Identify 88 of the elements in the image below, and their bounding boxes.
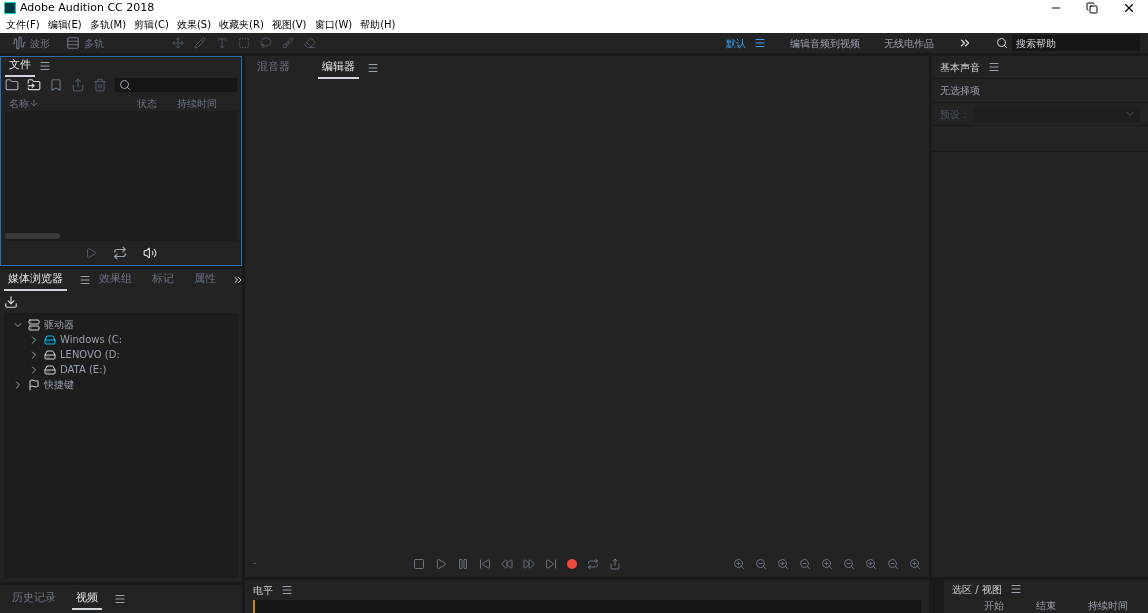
menu-item[interactable]: 帮助(H) xyxy=(358,17,398,32)
menu-item[interactable]: 窗口(W) xyxy=(312,17,355,32)
panel-title: 基本声音 xyxy=(940,60,980,75)
import-drive-icon[interactable] xyxy=(4,295,18,309)
panel-menu-icon[interactable] xyxy=(754,37,766,49)
status-message: 无选择项 xyxy=(940,84,980,98)
search-field[interactable]: 搜索帮助 xyxy=(1012,35,1140,51)
zoom-out-icon[interactable] xyxy=(843,558,855,570)
app-logo-icon xyxy=(4,2,16,14)
menu-item[interactable]: 效果(S) xyxy=(174,17,214,32)
pencil-icon[interactable] xyxy=(194,37,206,49)
time-display: - xyxy=(253,557,258,571)
loop-icon[interactable] xyxy=(113,246,127,260)
drive-icon xyxy=(44,363,56,376)
panel-menu-icon[interactable] xyxy=(281,584,293,596)
panel-menu-icon[interactable] xyxy=(367,62,379,74)
zoom-out-icon[interactable] xyxy=(755,558,767,570)
rewind-icon[interactable] xyxy=(501,558,513,570)
brush-icon[interactable] xyxy=(282,37,294,49)
window-title: Adobe Audition CC 2018 xyxy=(20,0,155,16)
panel-tab[interactable]: 媒体浏览器 xyxy=(4,268,67,292)
drive-icon xyxy=(44,348,56,361)
zoom-in-icon[interactable] xyxy=(909,558,921,570)
move-tool-icon[interactable] xyxy=(172,37,184,49)
restore-icon[interactable] xyxy=(1086,2,1098,14)
open-folder-icon[interactable] xyxy=(5,78,19,92)
zoom-in-icon[interactable] xyxy=(865,558,877,570)
column-header[interactable]: 持续时间 xyxy=(1088,598,1128,613)
drive-icon xyxy=(44,333,56,346)
panel-menu-icon[interactable] xyxy=(114,593,126,605)
panel-tab[interactable]: 编辑器 xyxy=(318,56,359,80)
skip-back-icon[interactable] xyxy=(479,558,491,570)
panel-menu-icon[interactable] xyxy=(79,274,91,286)
panel-tab[interactable]: 文件 xyxy=(5,54,35,78)
export-icon[interactable] xyxy=(71,78,85,92)
pause-icon[interactable] xyxy=(457,558,469,570)
play-icon[interactable] xyxy=(85,247,97,259)
column-header[interactable]: 开始 xyxy=(984,598,1004,613)
drive-icon xyxy=(28,318,40,331)
tree-item[interactable]: 快捷键 xyxy=(44,377,74,392)
menu-item[interactable]: 视图(V) xyxy=(269,17,309,32)
tree-item[interactable]: Windows (C: xyxy=(60,332,123,347)
tree-item[interactable]: 驱动器 xyxy=(44,317,74,332)
panel-title: 电平 xyxy=(253,583,273,598)
record-icon[interactable] xyxy=(567,559,577,569)
close-icon[interactable] xyxy=(1122,1,1136,15)
loop-icon[interactable] xyxy=(587,558,599,570)
lasso-icon[interactable] xyxy=(260,37,272,49)
import-icon[interactable] xyxy=(27,78,41,92)
menu-item[interactable]: 收藏夹(R) xyxy=(217,17,266,32)
filter-field[interactable] xyxy=(115,78,237,92)
play-icon[interactable] xyxy=(435,558,447,570)
panel-menu-icon[interactable] xyxy=(988,61,1000,73)
skip-forward-icon[interactable] xyxy=(545,558,557,570)
zoom-in-icon[interactable] xyxy=(733,558,745,570)
panel-menu-icon[interactable] xyxy=(39,60,51,72)
marquee-icon[interactable] xyxy=(238,37,250,49)
zoom-out-icon[interactable] xyxy=(799,558,811,570)
sort-arrow-icon[interactable] xyxy=(29,98,39,108)
tracks-icon[interactable] xyxy=(66,36,80,50)
panel-menu-icon[interactable] xyxy=(1009,583,1022,595)
menu-item[interactable]: 文件(F) xyxy=(4,17,42,32)
workspace-tab[interactable]: 默认 xyxy=(726,35,746,51)
menu-item[interactable]: 剪辑(C) xyxy=(132,17,171,32)
tree-item[interactable]: DATA (E:) xyxy=(60,362,107,377)
more-panels-icon[interactable] xyxy=(232,274,244,286)
stop-icon[interactable] xyxy=(413,558,425,570)
more-workspaces-icon[interactable] xyxy=(958,36,972,50)
flag-icon xyxy=(28,378,40,391)
auto-play-icon[interactable] xyxy=(143,246,157,260)
horizontal-scrollbar[interactable] xyxy=(5,233,60,239)
search-icon[interactable] xyxy=(119,79,131,91)
tree-item[interactable]: LENOVO (D: xyxy=(60,347,120,362)
menu-item[interactable]: 编辑(E) xyxy=(45,17,84,32)
workspace-tab[interactable]: 编辑音频到视频 xyxy=(790,35,860,51)
waveform-icon[interactable] xyxy=(12,36,26,50)
column-header[interactable]: 结束 xyxy=(1036,598,1056,613)
workspace-tab[interactable]: 无线电作品 xyxy=(884,35,934,51)
fast-forward-icon[interactable] xyxy=(523,558,535,570)
panel-title: 选区 / 视图 xyxy=(952,582,1002,597)
panel-tab[interactable]: 视频 xyxy=(72,587,102,611)
zoom-in-icon[interactable] xyxy=(777,558,789,570)
eraser-icon[interactable] xyxy=(304,37,316,49)
zoom-in-icon[interactable] xyxy=(821,558,833,570)
delete-icon[interactable] xyxy=(93,78,107,92)
menu-item[interactable]: 多轨(M) xyxy=(87,17,129,32)
search-icon[interactable] xyxy=(996,37,1008,49)
zoom-out-icon[interactable] xyxy=(887,558,899,570)
